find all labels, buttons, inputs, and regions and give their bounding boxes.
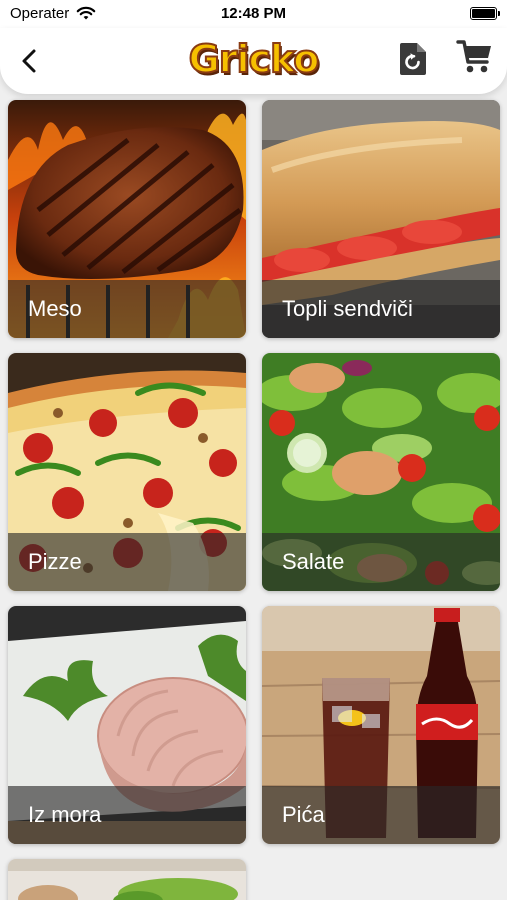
category-card-pizze[interactable]: Pizze: [8, 353, 246, 591]
category-label: Salate: [282, 549, 345, 574]
category-card-pica[interactable]: Pića: [262, 606, 500, 844]
category-card-iz-mora[interactable]: Iz mora: [8, 606, 246, 844]
category-card-topli-sendvici[interactable]: Topli sendviči: [262, 100, 500, 338]
category-label: Pića: [282, 802, 325, 827]
app-header: Gricko: [0, 28, 507, 94]
category-card-salate[interactable]: Salate: [262, 353, 500, 591]
app-logo: Gricko: [188, 36, 321, 82]
category-label: Iz mora: [28, 802, 102, 827]
reorder-icon: [400, 43, 426, 75]
category-label: Pizze: [28, 549, 82, 574]
category-label: Meso: [28, 296, 82, 321]
battery-icon: [470, 7, 500, 20]
category-card-partial[interactable]: [8, 859, 246, 900]
cart-icon: [456, 40, 491, 73]
category-card-meso[interactable]: Meso: [8, 100, 246, 338]
reorder-button[interactable]: [397, 40, 429, 78]
status-bar: Operater 12:48 PM: [0, 0, 507, 28]
category-label: Topli sendviči: [282, 296, 413, 321]
clock: 12:48 PM: [220, 5, 287, 22]
cart-button[interactable]: [456, 38, 494, 76]
partial-photo: [8, 859, 246, 900]
